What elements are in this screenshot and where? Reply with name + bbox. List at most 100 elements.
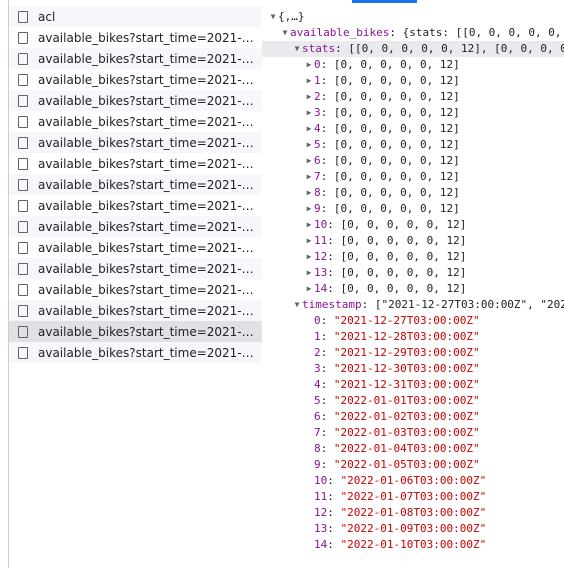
stats-row[interactable]: ▶ 0: [0, 0, 0, 0, 0, 12]	[262, 57, 460, 73]
stats-row[interactable]: ▶ 3: [0, 0, 0, 0, 0, 12]	[262, 105, 460, 121]
timestamp-node[interactable]: ▼ timestamp: ["2021-12-27T03:00:00Z", "20…	[262, 297, 564, 313]
stats-row[interactable]: ▶ 5: [0, 0, 0, 0, 0, 12]	[262, 137, 460, 153]
stats-row[interactable]: ▶ 1: [0, 0, 0, 0, 0, 12]	[262, 73, 460, 89]
request-row[interactable]: available_bikes?start_time=2021-12-27T03…	[9, 195, 262, 216]
timestamp-row: 9: "2022-01-05T03:00:00Z"	[314, 458, 480, 471]
request-row[interactable]: available_bikes?start_time=2021-12-27T03…	[9, 237, 262, 258]
request-row[interactable]: available_bikes?start_time=2021-12-27T03…	[9, 90, 262, 111]
request-row[interactable]: available_bikes?start_time=2021-12-27T03…	[9, 132, 262, 153]
stats-row-index: 3	[314, 106, 321, 119]
request-row[interactable]: available_bikes?start_time=2021-12-27T03…	[9, 216, 262, 237]
request-row[interactable]: available_bikes?start_time=2021-12-27T03…	[9, 174, 262, 195]
stats-row-value: [0, 0, 0, 0, 0, 12]	[333, 58, 460, 71]
request-name: available_bikes?start_time=2021-12-27T03…	[38, 156, 257, 171]
available-bikes-node[interactable]: ▼ available_bikes: {stats: [[0, 0, 0, 0, …	[262, 25, 564, 41]
response-preview: ▼ {,…} ▼ available_bikes: {stats: [[0, 0, 0…	[262, 0, 564, 568]
stats-row[interactable]: ▶ 8: [0, 0, 0, 0, 0, 12]	[262, 185, 460, 201]
file-icon	[18, 262, 28, 275]
stats-row-index: 2	[314, 90, 321, 103]
triangle-right-icon[interactable]: ▶	[304, 281, 314, 297]
request-name: available_bikes?start_time=2021-12-27T03…	[38, 261, 257, 276]
file-icon	[18, 178, 28, 191]
triangle-right-icon[interactable]: ▶	[304, 265, 314, 281]
triangle-down-icon[interactable]: ▼	[292, 297, 302, 313]
stats-node[interactable]: ▼ stats: [[0, 0, 0, 0, 0, 12], [0, 0, 0, …	[262, 41, 564, 57]
request-row[interactable]: available_bikes?start_time=2021-12-27T03…	[9, 321, 262, 342]
triangle-down-icon[interactable]: ▼	[292, 41, 302, 57]
timestamp-row-value: "2022-01-08T03:00:00Z"	[340, 506, 487, 519]
stats-row-index: 10	[314, 218, 328, 231]
timestamp-row-value: "2021-12-30T03:00:00Z"	[333, 362, 480, 375]
triangle-right-icon[interactable]: ▶	[304, 169, 314, 185]
stats-row-index: 1	[314, 74, 321, 87]
triangle-right-icon[interactable]: ▶	[304, 249, 314, 265]
triangle-right-icon[interactable]: ▶	[304, 201, 314, 217]
stats-row-value: [0, 0, 0, 0, 0, 12]	[333, 90, 460, 103]
triangle-down-icon[interactable]: ▼	[268, 9, 278, 25]
file-icon	[18, 136, 28, 149]
timestamp-row-value: "2022-01-06T03:00:00Z"	[340, 474, 487, 487]
stats-row-index: 6	[314, 154, 321, 167]
triangle-right-icon[interactable]: ▶	[304, 89, 314, 105]
timestamp-row-index: 10	[314, 474, 328, 487]
triangle-right-icon[interactable]: ▶	[304, 233, 314, 249]
stats-row[interactable]: ▶ 7: [0, 0, 0, 0, 0, 12]	[262, 169, 460, 185]
request-row[interactable]: available_bikes?start_time=2021-12-27T03…	[9, 342, 262, 363]
stats-row[interactable]: ▶ 2: [0, 0, 0, 0, 0, 12]	[262, 89, 460, 105]
active-tab-indicator	[352, 0, 417, 3]
timestamp-row-index: 12	[314, 506, 328, 519]
stats-row[interactable]: ▶ 14: [0, 0, 0, 0, 0, 12]	[262, 281, 467, 297]
triangle-right-icon[interactable]: ▶	[304, 121, 314, 137]
request-row[interactable]: available_bikes?start_time=2021-12-27T03…	[9, 111, 262, 132]
file-icon	[18, 220, 28, 233]
triangle-down-icon[interactable]: ▼	[280, 25, 290, 41]
timestamp-row: 2: "2021-12-29T03:00:00Z"	[314, 346, 480, 359]
timestamp-row: 7: "2022-01-03T03:00:00Z"	[314, 426, 480, 439]
timestamp-row-index: 5	[314, 394, 321, 407]
request-row[interactable]: available_bikes?start_time=2021-12-27T03…	[9, 48, 262, 69]
stats-row[interactable]: ▶ 4: [0, 0, 0, 0, 0, 12]	[262, 121, 460, 137]
tree-root[interactable]: ▼ {,…}	[262, 9, 305, 25]
timestamp-row-value: "2022-01-01T03:00:00Z"	[333, 394, 480, 407]
stats-row[interactable]: ▶ 10: [0, 0, 0, 0, 0, 12]	[262, 217, 467, 233]
triangle-right-icon[interactable]: ▶	[304, 105, 314, 121]
triangle-right-icon[interactable]: ▶	[304, 73, 314, 89]
triangle-right-icon[interactable]: ▶	[304, 217, 314, 233]
request-row[interactable]: available_bikes?start_time=2021-12-27T03…	[9, 153, 262, 174]
request-row[interactable]: available_bikes?start_time=2021-12-27T03…	[9, 258, 262, 279]
request-row[interactable]: available_bikes?start_time=2021-12-27T03…	[9, 300, 262, 321]
stats-row-index: 14	[314, 282, 328, 295]
triangle-right-icon[interactable]: ▶	[304, 57, 314, 73]
triangle-right-icon[interactable]: ▶	[304, 185, 314, 201]
stats-row-value: [0, 0, 0, 0, 0, 12]	[333, 202, 460, 215]
stats-row-value: [0, 0, 0, 0, 0, 12]	[333, 74, 460, 87]
stats-row[interactable]: ▶ 12: [0, 0, 0, 0, 0, 12]	[262, 249, 467, 265]
timestamp-row-value: "2022-01-10T03:00:00Z"	[340, 538, 487, 551]
stats-row-value: [0, 0, 0, 0, 0, 12]	[333, 154, 460, 167]
timestamp-row-value: "2022-01-05T03:00:00Z"	[333, 458, 480, 471]
file-icon	[18, 73, 28, 86]
timestamp-row: 11: "2022-01-07T03:00:00Z"	[314, 490, 487, 503]
stats-row-value: [0, 0, 0, 0, 0, 12]	[333, 170, 460, 183]
triangle-right-icon[interactable]: ▶	[304, 153, 314, 169]
stats-key: stats	[302, 42, 336, 55]
request-row[interactable]: available_bikes?start_time=2021-12-27T03…	[9, 69, 262, 90]
stats-row[interactable]: ▶ 9: [0, 0, 0, 0, 0, 12]	[262, 201, 460, 217]
stats-row-index: 4	[314, 122, 321, 135]
stats-row-index: 7	[314, 170, 321, 183]
request-row[interactable]: available_bikes?start_time=2021-12-27T03…	[9, 279, 262, 300]
request-name: available_bikes?start_time=2021-12-27T03…	[38, 345, 257, 360]
request-name: available_bikes?start_time=2021-12-27T03…	[38, 72, 257, 87]
request-row[interactable]: acl	[9, 6, 262, 27]
request-row[interactable]: available_bikes?start_time=2021-12-27T03…	[9, 27, 262, 48]
timestamp-row-value: "2021-12-28T03:00:00Z"	[333, 330, 480, 343]
file-icon	[18, 304, 28, 317]
stats-row[interactable]: ▶ 13: [0, 0, 0, 0, 0, 12]	[262, 265, 467, 281]
stats-row[interactable]: ▶ 6: [0, 0, 0, 0, 0, 12]	[262, 153, 460, 169]
triangle-right-icon[interactable]: ▶	[304, 137, 314, 153]
timestamp-row-value: "2022-01-02T03:00:00Z"	[333, 410, 480, 423]
timestamp-row-index: 13	[314, 522, 328, 535]
timestamp-row: 1: "2021-12-28T03:00:00Z"	[314, 330, 480, 343]
stats-row[interactable]: ▶ 11: [0, 0, 0, 0, 0, 12]	[262, 233, 467, 249]
file-icon	[18, 283, 28, 296]
